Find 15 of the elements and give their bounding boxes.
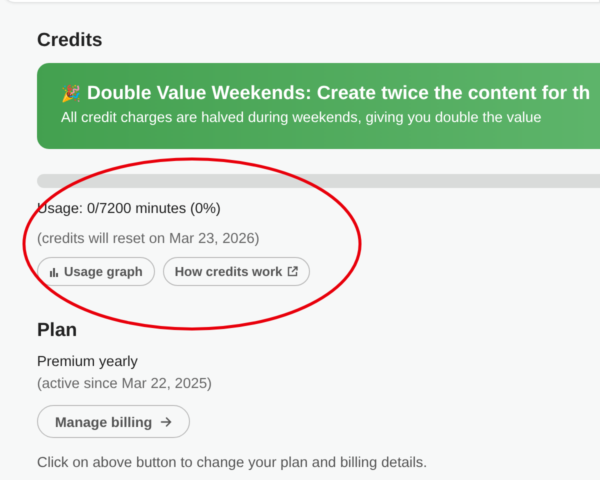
usage-text: Usage: 0/7200 minutes (0%) <box>37 200 221 218</box>
usage-graph-button[interactable]: Usage graph <box>37 257 155 286</box>
banner-text: All credit charges are halved during weekends, giving you double the value <box>61 109 542 127</box>
banner-title: 🎉 Double Value Weekends: Create twice the content for th <box>61 82 590 106</box>
plan-since: (active since Mar 22, 2025) <box>37 375 212 393</box>
plan-name: Premium yearly <box>37 353 138 371</box>
link-button[interactable]: How credits work <box>162 257 310 286</box>
manage-billing-button[interactable]: Manage billing <box>37 405 190 438</box>
bar-chart-icon <box>49 266 59 276</box>
section-heading: Credits <box>37 29 102 53</box>
reset-note: (credits will reset on Mar 23, 2026) <box>37 230 260 248</box>
arrow-right-icon <box>160 416 172 428</box>
billing-note: Click on above button to change your plan and billing details. <box>37 454 428 472</box>
section-heading: Plan <box>37 319 78 343</box>
external-link-icon <box>287 266 298 277</box>
